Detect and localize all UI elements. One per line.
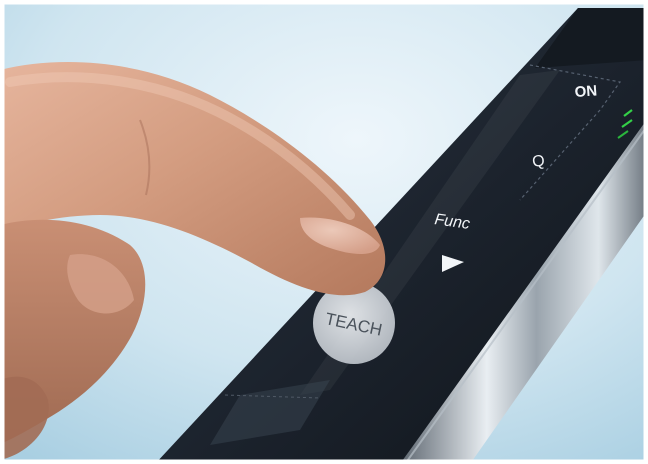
product-photo: ON Q Func TEACH bbox=[0, 0, 648, 464]
sensor-scene: ON Q Func TEACH bbox=[0, 0, 648, 464]
q-label: Q bbox=[531, 152, 546, 171]
on-label: ON bbox=[574, 82, 598, 101]
